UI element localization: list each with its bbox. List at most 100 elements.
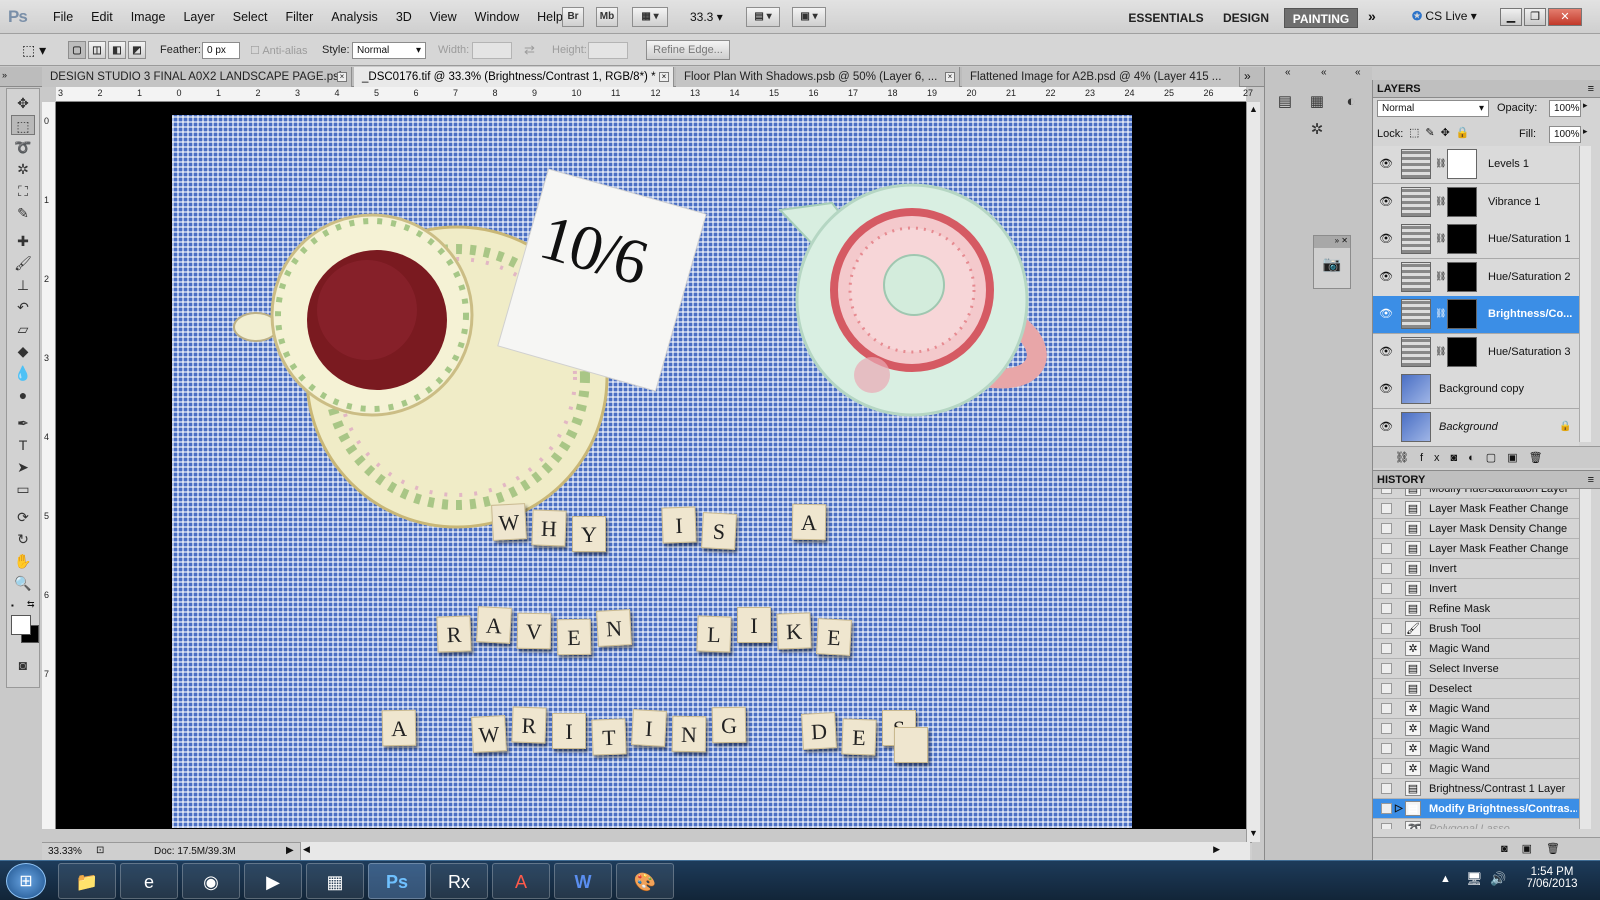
tab-floor-plan[interactable]: Floor Plan With Shadows.psb @ 50% (Layer… — [676, 67, 960, 87]
scroll-up-icon[interactable]: ▲ — [1249, 104, 1258, 114]
sketchup-taskbar-icon[interactable]: ▦ — [306, 863, 364, 899]
layer-mask-thumbnail[interactable] — [1447, 299, 1477, 329]
photoshop-taskbar-icon[interactable]: Ps — [368, 863, 426, 899]
workspace-design[interactable]: DESIGN — [1216, 8, 1276, 28]
history-snapshot-checkbox[interactable] — [1381, 623, 1392, 634]
lasso-tool-icon[interactable]: ➰ — [11, 137, 35, 157]
lock-icons[interactable]: ⬚✎✥🔒 — [1409, 126, 1476, 139]
eraser-tool-icon[interactable]: ▱ — [11, 319, 35, 339]
history-snapshot-checkbox[interactable] — [1381, 663, 1392, 674]
network-icon[interactable]: 🖥 — [1466, 871, 1483, 887]
subtract-selection-icon[interactable]: ◧ — [108, 41, 126, 59]
layer-row[interactable]: 👁 ⛓ Hue/Saturation 1 — [1373, 221, 1579, 259]
layer-row[interactable]: 👁 ⛓ Hue/Saturation 2 — [1373, 258, 1579, 297]
mask-link-icon[interactable]: ⛓ — [1435, 308, 1446, 319]
history-item[interactable]: ✲ Magic Wand — [1373, 759, 1579, 779]
history-snapshot-checkbox[interactable] — [1381, 743, 1392, 754]
tab-flattened-image[interactable]: Flattened Image for A2B.psd @ 4% (Layer … — [962, 67, 1240, 87]
path-selection-tool-icon[interactable]: ➤ — [11, 457, 35, 477]
history-snapshot-checkbox[interactable] — [1381, 823, 1392, 829]
close-icon[interactable]: × — [337, 72, 347, 82]
history-snapshot-checkbox[interactable] — [1381, 783, 1392, 794]
adjustments-panel-icon[interactable]: ◐ — [1337, 91, 1365, 113]
screen-mode-button[interactable]: ▣ ▾ — [792, 7, 826, 27]
tab-design-studio[interactable]: DESIGN STUDIO 3 FINAL A0X2 LANDSCAPE PAG… — [42, 67, 352, 87]
history-item[interactable]: ➰ Polygonal Lasso — [1373, 819, 1579, 829]
3d-orbit-tool-icon[interactable]: ↻ — [11, 529, 35, 549]
history-snapshot-checkbox[interactable] — [1381, 703, 1392, 714]
history-item[interactable]: ▤ Layer Mask Feather Change — [1373, 499, 1579, 519]
close-icon[interactable]: × — [945, 72, 955, 82]
view-extras-button[interactable]: ▦ ▾ — [632, 7, 668, 27]
navigator-panel-icon[interactable]: ▤ — [1271, 91, 1299, 113]
menu-file[interactable]: File — [44, 10, 82, 24]
visibility-eye-icon[interactable]: 👁 — [1378, 233, 1394, 245]
internet-explorer-taskbar-icon[interactable]: e — [120, 863, 178, 899]
history-snapshot-checkbox[interactable] — [1381, 763, 1392, 774]
history-snapshot-checkbox[interactable] — [1381, 583, 1392, 594]
start-button[interactable]: ⊞ — [6, 863, 46, 899]
history-snapshot-checkbox[interactable] — [1381, 543, 1392, 554]
history-snapshot-checkbox[interactable] — [1381, 683, 1392, 694]
collapse-dock-icon[interactable]: « — [1285, 67, 1291, 78]
paint-taskbar-icon[interactable]: 🎨 — [616, 863, 674, 899]
visibility-eye-icon[interactable]: 👁 — [1378, 383, 1394, 395]
history-snapshot-checkbox[interactable] — [1381, 523, 1392, 534]
swatches-panel-icon[interactable]: ▦ — [1303, 91, 1331, 113]
media-player-taskbar-icon[interactable]: ▶ — [244, 863, 302, 899]
zoom-level-select[interactable]: 33.3 ▾ — [690, 10, 723, 24]
word-taskbar-icon[interactable]: W — [554, 863, 612, 899]
tray-show-hidden-icon[interactable]: ▲ — [1440, 873, 1451, 885]
history-item[interactable]: ▤ Invert — [1373, 559, 1579, 579]
history-snapshot-checkbox[interactable] — [1381, 803, 1392, 814]
vertical-scrollbar[interactable]: ▲ ▼ — [1246, 102, 1260, 842]
history-item[interactable]: ▤ Invert — [1373, 579, 1579, 599]
mini-bridge-button[interactable]: Mb — [596, 7, 618, 27]
panel-menu-icon[interactable]: ≡ — [1588, 80, 1594, 98]
layer-row[interactable]: 👁 Background 🔒 — [1373, 408, 1579, 447]
fill-input[interactable]: 100% — [1549, 126, 1581, 143]
history-snapshot-checkbox[interactable] — [1381, 723, 1392, 734]
more-workspaces-icon[interactable]: » — [1368, 8, 1376, 24]
blur-tool-icon[interactable]: 💧 — [11, 363, 35, 383]
mask-link-icon[interactable]: ⛓ — [1435, 196, 1446, 207]
close-icon[interactable]: × — [659, 72, 669, 82]
status-zoom[interactable]: 33.33% — [48, 846, 82, 857]
nero-taskbar-icon[interactable]: ◉ — [182, 863, 240, 899]
visibility-eye-icon[interactable]: 👁 — [1378, 196, 1394, 208]
swap-colors-icon[interactable]: ⇆ — [27, 599, 37, 609]
opacity-input[interactable]: 100% — [1549, 100, 1581, 117]
height-input[interactable] — [588, 42, 628, 59]
close-window-button[interactable]: ✕ — [1548, 8, 1582, 26]
foreground-color-swatch[interactable] — [11, 615, 31, 635]
history-item[interactable]: ▤ Select Inverse — [1373, 659, 1579, 679]
swap-dimensions-icon[interactable]: ⇄ — [524, 42, 535, 58]
history-item[interactable]: ▷ ▤ Modify Brightness/Contras... — [1373, 799, 1579, 819]
scroll-down-icon[interactable]: ▼ — [1249, 828, 1258, 838]
layer-row[interactable]: 👁 ⛓ Hue/Saturation 3 — [1373, 333, 1579, 372]
menu-window[interactable]: Window — [466, 10, 528, 24]
menu-3d[interactable]: 3D — [387, 10, 421, 24]
history-item[interactable]: ✲ Magic Wand — [1373, 699, 1579, 719]
default-colors-icon[interactable]: ▪ — [11, 601, 21, 610]
shape-tool-icon[interactable]: ▭ — [11, 479, 35, 499]
scroll-left-icon[interactable]: ◀ — [303, 844, 310, 855]
visibility-eye-icon[interactable]: 👁 — [1378, 271, 1394, 283]
bridge-button[interactable]: Br — [562, 7, 584, 27]
new-selection-icon[interactable]: ▢ — [68, 41, 86, 59]
menu-edit[interactable]: Edit — [82, 10, 122, 24]
workspace-painting[interactable]: PAINTING — [1284, 8, 1358, 28]
feather-input[interactable]: 0 px — [202, 42, 240, 59]
history-item[interactable]: 🖌 Brush Tool — [1373, 619, 1579, 639]
photo-image[interactable]: 10/6 WHYISARAVENLIKEAWRITINGDES — [172, 115, 1132, 828]
status-menu-arrow-icon[interactable]: ▶ — [286, 845, 294, 856]
visibility-eye-icon[interactable]: 👁 — [1378, 346, 1394, 358]
layer-row[interactable]: 👁 ⛓ Levels 1 — [1373, 146, 1579, 184]
history-item[interactable]: ✲ Magic Wand — [1373, 639, 1579, 659]
cs-live-button[interactable]: ✪ CS Live ▾ — [1412, 9, 1477, 23]
collapse-dock-icon[interactable]: « — [1321, 67, 1327, 78]
crop-tool-icon[interactable]: ⛶ — [11, 181, 35, 201]
mask-link-icon[interactable]: ⛓ — [1435, 271, 1446, 282]
magic-wand-tool-icon[interactable]: ✲ — [11, 159, 35, 179]
history-snapshot-checkbox[interactable] — [1381, 563, 1392, 574]
